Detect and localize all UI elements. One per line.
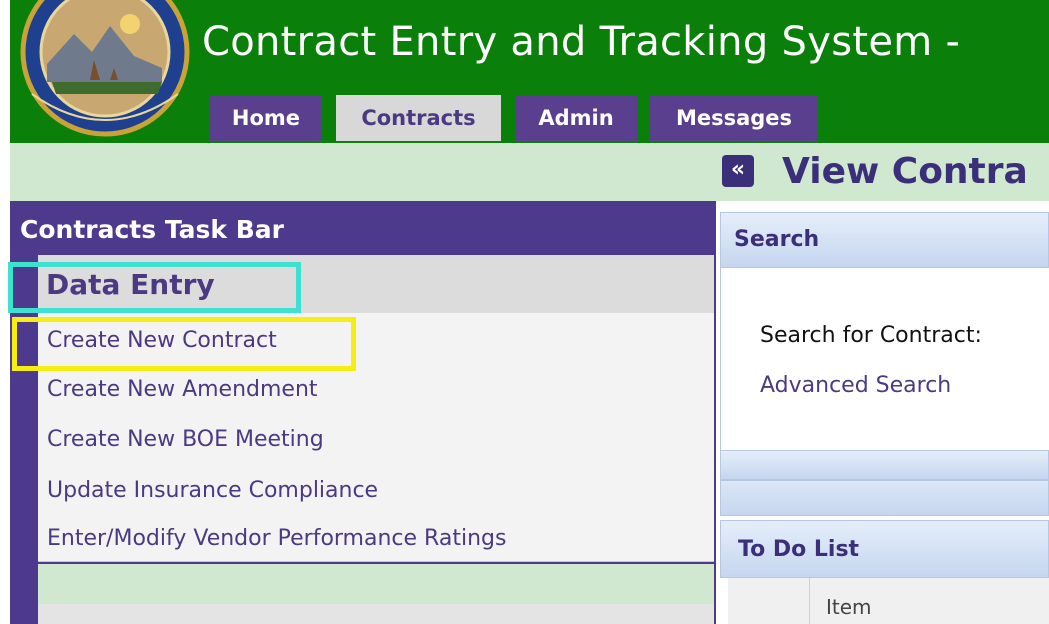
- advanced-search-link[interactable]: Advanced Search: [760, 368, 951, 404]
- search-panel-title: Search: [734, 227, 820, 252]
- search-panel-body: [720, 268, 1049, 450]
- panel-separator: [720, 480, 1049, 516]
- create-new-contract-highlight-box: [12, 317, 356, 371]
- page-title: View Contra: [782, 151, 1028, 192]
- double-chevron-left-icon[interactable]: «: [722, 155, 754, 187]
- panel-separator: [720, 450, 1049, 480]
- data-entry-highlight-box: [8, 262, 301, 313]
- search-for-contract-label: Search for Contract:: [760, 323, 982, 348]
- update-insurance-compliance-link[interactable]: Update Insurance Compliance: [47, 471, 378, 511]
- tab-admin[interactable]: Admin: [515, 95, 637, 141]
- vendor-performance-ratings-link[interactable]: Enter/Modify Vendor Performance Ratings: [47, 519, 506, 559]
- tab-contracts[interactable]: Contracts: [336, 95, 501, 141]
- create-new-amendment-link[interactable]: Create New Amendment: [47, 370, 318, 410]
- task-bar-green-panel: [38, 564, 714, 604]
- todo-column-item-label: Item: [826, 595, 872, 619]
- app-title: Contract Entry and Tracking System -: [202, 19, 961, 65]
- todo-panel-title: To Do List: [738, 537, 860, 562]
- tab-messages[interactable]: Messages: [650, 95, 818, 141]
- create-new-boe-meeting-link[interactable]: Create New BOE Meeting: [47, 420, 324, 460]
- tab-home[interactable]: Home: [210, 95, 322, 141]
- todo-column-header-blank: [728, 578, 810, 624]
- task-bar-title: Contracts Task Bar: [20, 215, 284, 244]
- nevada-state-seal-icon: [12, 0, 198, 142]
- task-bar-grey-panel: [38, 604, 714, 624]
